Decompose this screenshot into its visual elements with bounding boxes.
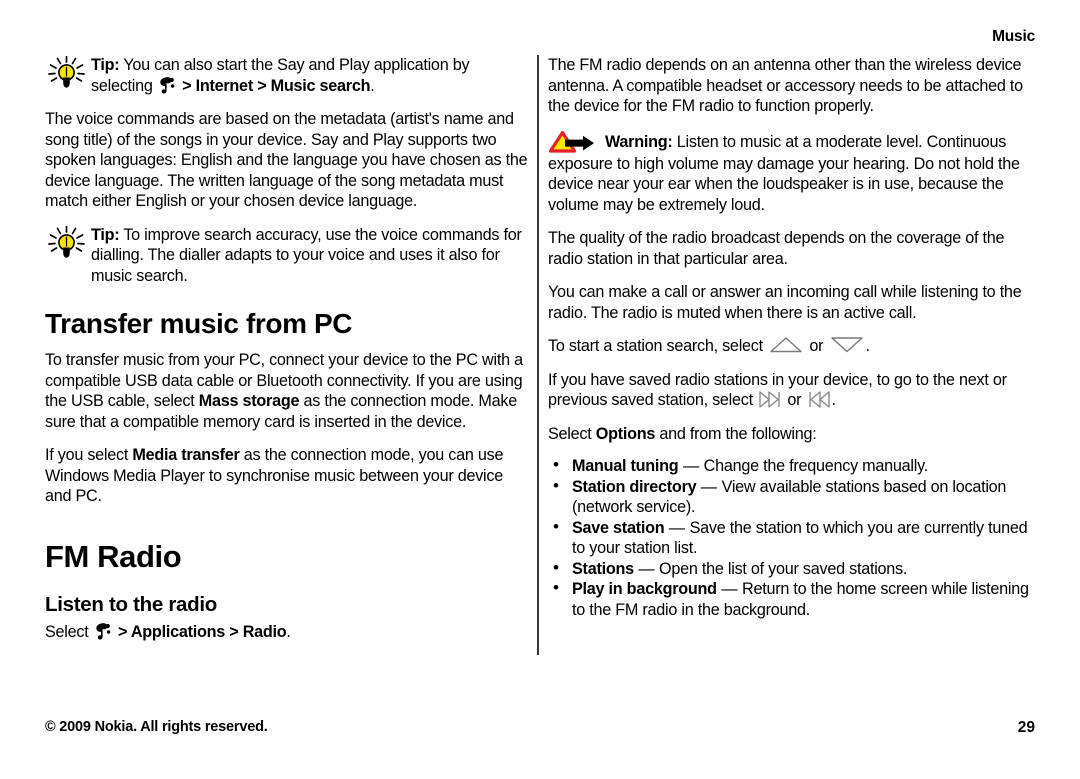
paragraph-voice-commands: The voice commands are based on the meta… xyxy=(45,110,528,210)
term-media-transfer: Media transfer xyxy=(132,446,240,464)
left-column: Tip: You can also start the Say and Play… xyxy=(45,55,532,655)
tip-note-search-accuracy: Tip: To improve search accuracy, use the… xyxy=(45,225,532,287)
page-number: 29 xyxy=(1017,719,1035,736)
right-column: The FM radio depends on an antenna other… xyxy=(548,55,1035,620)
tip-note-say-and-play: Tip: You can also start the Say and Play… xyxy=(45,55,532,96)
tip-label: Tip: xyxy=(91,225,120,244)
heading-listen-to-the-radio: Listen to the radio xyxy=(45,592,217,616)
two-column-body: Tip: You can also start the Say and Play… xyxy=(45,55,1035,655)
select-path-radio: Radio xyxy=(242,622,287,641)
paragraph-call-while-listening: You can make a call or answer an incomin… xyxy=(548,283,1022,322)
station-search-suffix: . xyxy=(865,337,871,355)
paragraph-options-intro: Select Options and from the following: xyxy=(548,424,1035,445)
heading-transfer-music-from-pc: Transfer music from PC xyxy=(45,308,353,339)
term-mass-storage: Mass storage xyxy=(198,392,300,410)
options-list: Manual tuning — Change the frequency man… xyxy=(548,455,1035,620)
skip-next-icon xyxy=(758,390,782,409)
triangle-down-icon xyxy=(830,336,864,353)
list-item: Play in background — Return to the home … xyxy=(548,578,1035,620)
lightbulb-icon xyxy=(47,55,87,90)
tip-note-text: Tip: To improve search accuracy, use the… xyxy=(45,225,532,287)
triangle-up-icon xyxy=(769,336,803,353)
station-search-prefix: To start a station search, select xyxy=(548,337,768,355)
option-dash: — xyxy=(716,580,743,598)
select-prefix: Select xyxy=(45,622,93,641)
term-options: Options xyxy=(595,424,656,443)
warning-note-text: Warning: Listen to music at a moderate l… xyxy=(548,130,1035,216)
list-item: Stations — Open the list of your saved s… xyxy=(548,558,1035,580)
saved-nav-middle: or xyxy=(783,391,806,409)
lightbulb-icon xyxy=(47,225,87,260)
paragraph-station-search: To start a station search, select or . xyxy=(548,336,1035,357)
select-sep-1: > xyxy=(113,622,131,641)
paragraph-fm-antenna: The FM radio depends on an antenna other… xyxy=(548,56,1023,115)
tip-path-sep-2: > xyxy=(252,76,271,95)
select-sep-2: > xyxy=(225,622,243,641)
tip-text: To improve search accuracy, use the voic… xyxy=(91,225,522,285)
nokia-menu-key-icon xyxy=(159,76,176,95)
warning-triangle-arrow-icon xyxy=(548,130,604,154)
option-desc: Open the list of your saved stations. xyxy=(659,559,908,578)
option-dash: — xyxy=(633,559,660,578)
station-search-middle: or xyxy=(805,337,828,355)
option-dash: — xyxy=(678,457,704,475)
option-term: Station directory xyxy=(572,477,697,496)
paragraph-saved-stations-nav: If you have saved radio stations in your… xyxy=(548,370,1035,411)
paragraph-broadcast-quality: The quality of the radio broadcast depen… xyxy=(548,229,1005,268)
column-divider xyxy=(537,55,539,655)
option-dash: — xyxy=(696,477,722,496)
nokia-menu-key-icon xyxy=(95,622,112,641)
option-term: Save station xyxy=(572,518,665,537)
manual-page: Music Tip: You can also start the Say an… xyxy=(0,0,1080,779)
tip-path-music-search: Music search xyxy=(270,76,371,95)
select-path-applications: Applications xyxy=(130,622,225,641)
options-text-b: and from the following: xyxy=(655,424,817,443)
tip-path-sep-1: > xyxy=(177,76,196,95)
list-item: Station directory — View available stati… xyxy=(548,476,1035,518)
warning-note: Warning: Listen to music at a moderate l… xyxy=(548,130,1035,216)
option-term: Manual tuning xyxy=(572,457,679,475)
warning-label: Warning: xyxy=(605,132,673,151)
list-item: Save station — Save the station to which… xyxy=(548,517,1035,559)
option-term: Stations xyxy=(572,559,634,578)
paragraph-media-transfer: If you select Media transfer as the conn… xyxy=(45,445,532,507)
saved-nav-suffix: . xyxy=(831,391,837,409)
paragraph-select-radio-path: Select > Applications > Radio. xyxy=(45,622,532,643)
select-period: . xyxy=(286,622,291,641)
heading-fm-radio: FM Radio xyxy=(45,538,182,574)
list-item: Manual tuning — Change the frequency man… xyxy=(548,455,1035,477)
option-desc: Change the frequency manually. xyxy=(703,457,929,475)
paragraph-transfer-usb: To transfer music from your PC, connect … xyxy=(45,350,532,432)
tip-note-text: Tip: You can also start the Say and Play… xyxy=(45,55,532,96)
tip-path-internet: Internet xyxy=(195,76,254,95)
tip-label: Tip: xyxy=(91,56,120,74)
tip-period: . xyxy=(370,76,375,95)
option-term: Play in background xyxy=(572,580,717,598)
copyright-notice: © 2009 Nokia. All rights reserved. xyxy=(45,719,268,735)
running-head: Music xyxy=(992,28,1035,45)
media-text-a: If you select xyxy=(45,446,133,464)
options-text-a: Select xyxy=(548,424,596,443)
page-footer: © 2009 Nokia. All rights reserved. 29 xyxy=(45,719,1035,739)
skip-previous-icon xyxy=(807,390,831,409)
option-dash: — xyxy=(664,518,690,537)
